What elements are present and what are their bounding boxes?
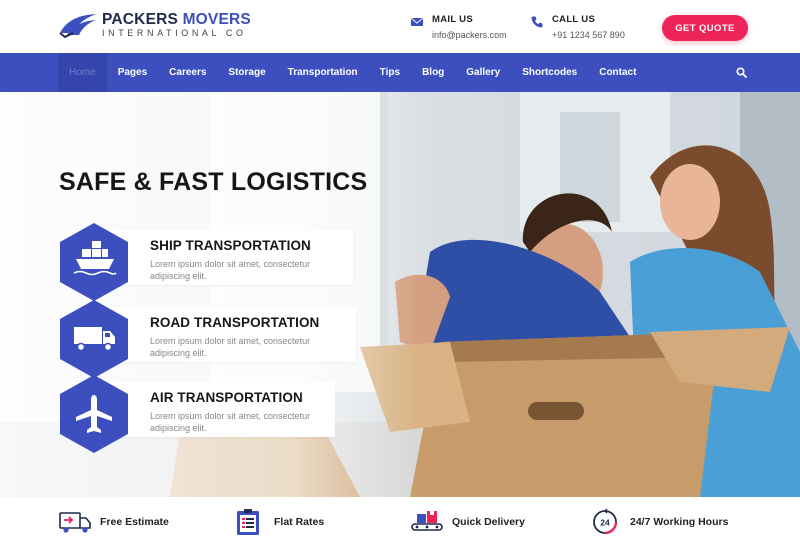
envelope-icon: [411, 18, 423, 26]
phone-number[interactable]: +91 1234 567 890: [552, 30, 625, 40]
site-logo[interactable]: PACKERS MOVERS INTERNATIONAL CO: [58, 11, 251, 39]
conveyor-boxes-icon: [411, 511, 443, 531]
service-card: SHIP TRANSPORTATION Lorem ipsum dolor si…: [100, 230, 353, 285]
feature-quick-delivery: Quick Delivery: [410, 497, 525, 547]
nav-item-tips[interactable]: Tips: [369, 53, 411, 92]
service-description: Lorem ipsum dolor sit amet, consectetur …: [150, 259, 311, 281]
nav-item-home[interactable]: Home: [58, 53, 107, 92]
nav-item-contact[interactable]: Contact: [588, 53, 647, 92]
brand-name-part2: MOVERS: [182, 10, 251, 28]
clipboard-icon: [237, 509, 259, 535]
ship-icon: [60, 223, 128, 301]
airplane-icon: [60, 375, 128, 453]
nav-item-storage[interactable]: Storage: [217, 53, 276, 92]
call-contact: CALL US +91 1234 567 890: [530, 14, 625, 40]
service-description: Lorem ipsum dolor sit amet, consectetur …: [150, 411, 311, 433]
wing-logo-icon: [59, 14, 96, 39]
nav-items: Home Pages Careers Storage Transportation Tip…: [58, 53, 647, 92]
delivery-truck-icon: [59, 512, 91, 533]
service-title: SHIP TRANSPORTATION: [150, 238, 311, 253]
main-nav: Home Pages Careers Storage Transportation Tip…: [0, 53, 800, 92]
feature-label: Free Estimate: [100, 516, 169, 528]
feature-label: Quick Delivery: [452, 516, 525, 528]
feature-working-hours: 24 24/7 Working Hours: [588, 497, 728, 547]
nav-item-transportation[interactable]: Transportation: [277, 53, 369, 92]
mail-address[interactable]: info@packers.com: [432, 30, 507, 40]
svg-text:24: 24: [600, 518, 610, 528]
nav-item-careers[interactable]: Careers: [158, 53, 217, 92]
clock-24-icon: 24: [593, 508, 618, 535]
brand-name-part1: PACKERS: [102, 10, 179, 28]
brand-tagline: INTERNATIONAL CO: [102, 28, 247, 39]
hero-title: SAFE & FAST LOGISTICS: [59, 168, 368, 196]
mail-contact: MAIL US info@packers.com: [410, 14, 507, 40]
mail-title: MAIL US: [432, 14, 473, 25]
service-title: ROAD TRANSPORTATION: [150, 315, 320, 330]
site-header: PACKERS MOVERS INTERNATIONAL CO MAIL US …: [0, 0, 800, 53]
nav-item-gallery[interactable]: Gallery: [455, 53, 511, 92]
search-icon[interactable]: [736, 67, 747, 78]
service-title: AIR TRANSPORTATION: [150, 390, 303, 405]
features-bar: Free Estimate Flat Rates Quick Delivery: [0, 497, 800, 547]
nav-item-shortcodes[interactable]: Shortcodes: [511, 53, 588, 92]
feature-label: 24/7 Working Hours: [630, 516, 729, 528]
feature-flat-rates: Flat Rates: [232, 497, 324, 547]
service-card: ROAD TRANSPORTATION Lorem ipsum dolor si…: [100, 307, 356, 362]
phone-icon: [531, 16, 543, 28]
feature-free-estimate: Free Estimate: [58, 497, 169, 547]
service-card: AIR TRANSPORTATION Lorem ipsum dolor sit…: [100, 382, 335, 437]
hero-banner: SAFE & FAST LOGISTICS SHIP TRANSPORTATIO…: [0, 92, 800, 497]
truck-icon: [60, 300, 128, 378]
feature-label: Flat Rates: [274, 516, 325, 528]
nav-item-pages[interactable]: Pages: [107, 53, 158, 92]
call-title: CALL US: [552, 14, 596, 25]
nav-item-blog[interactable]: Blog: [411, 53, 455, 92]
get-quote-button[interactable]: GET QUOTE: [662, 15, 748, 41]
service-description: Lorem ipsum dolor sit amet, consectetur …: [150, 336, 311, 358]
